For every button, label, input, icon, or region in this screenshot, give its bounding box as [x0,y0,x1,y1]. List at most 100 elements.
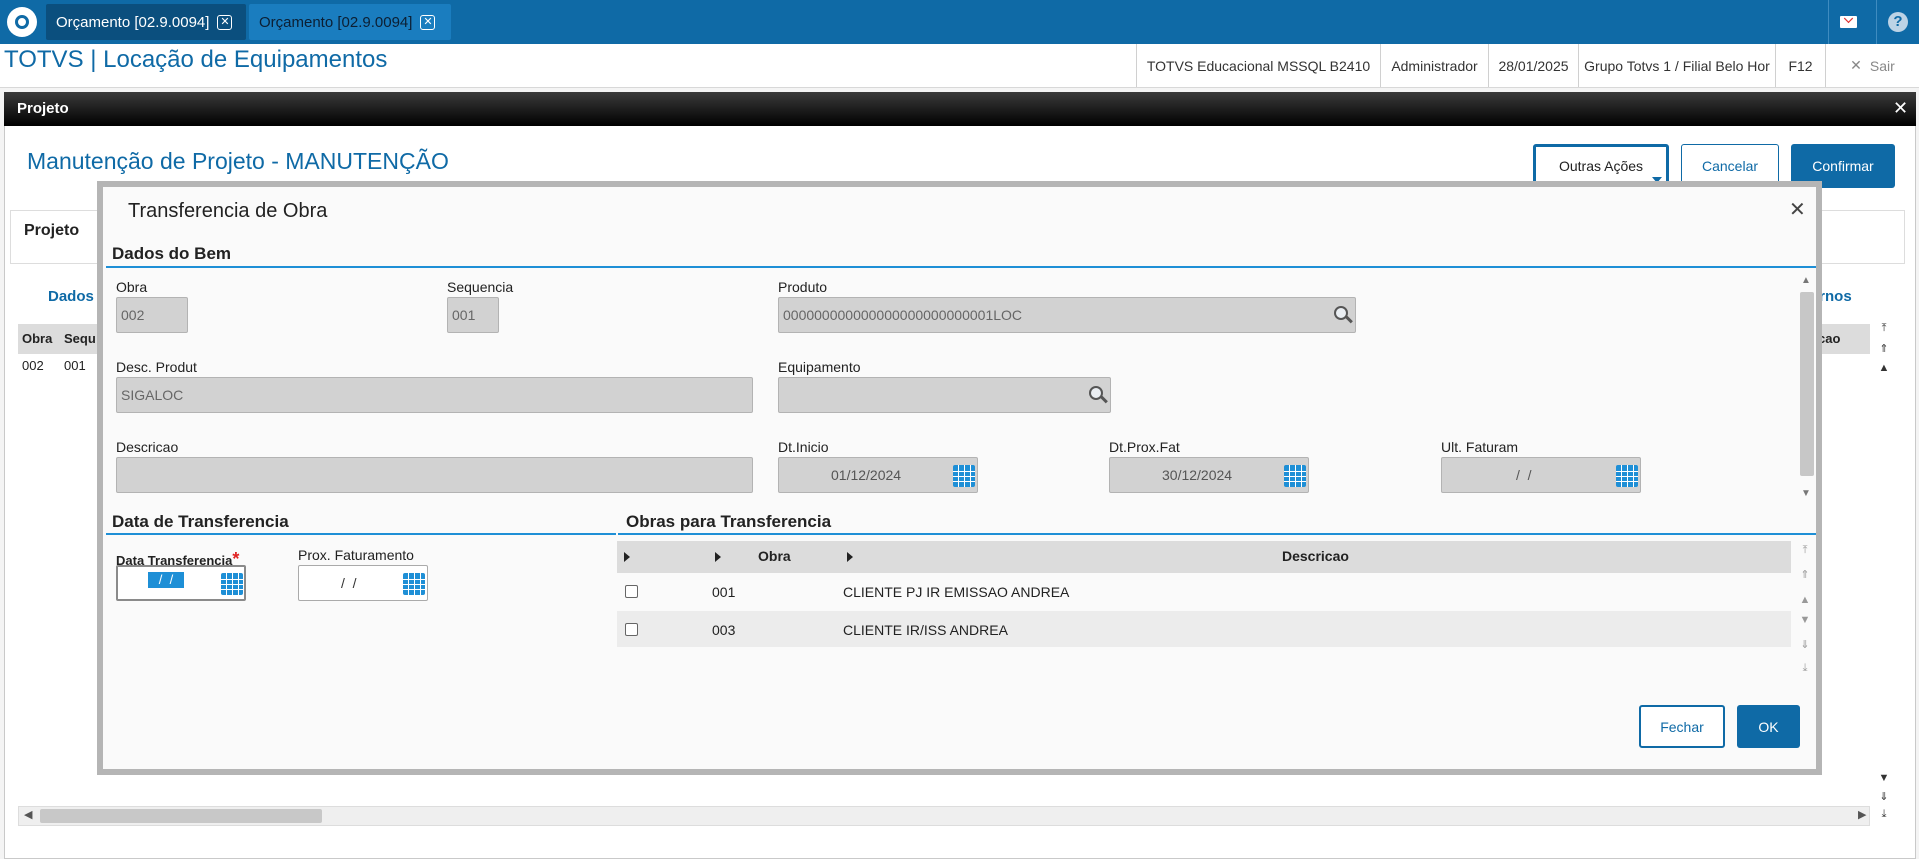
row-checkbox[interactable] [625,585,638,598]
bg-col-obra[interactable]: Obra [22,331,52,346]
bg-cell-sequencia[interactable]: 001 [64,358,86,373]
table-row[interactable]: 001 CLIENTE PJ IR EMISSAO ANDREA [617,573,1791,609]
ok-button[interactable]: OK [1737,705,1800,748]
ult-faturam-label: Ult. Faturam [1441,439,1519,455]
prox-faturamento-label: Prox. Faturamento [298,547,414,563]
cell-obra: 003 [712,622,736,638]
obra-label: Obra [116,279,148,295]
date-info[interactable]: 28/01/2025 [1488,44,1578,87]
bg-cell-obra[interactable]: 002 [22,358,44,373]
projeto-label: Projeto [24,222,80,239]
folder-tab-dados[interactable]: Dados [48,288,94,305]
obras-grid-header [617,541,1791,573]
last-row-icon[interactable]: ⤓ [1795,662,1815,680]
col-obra-header[interactable]: Obra [758,548,791,564]
section-divider [106,266,1816,268]
section-divider [106,533,616,535]
messages-button[interactable] [1828,0,1868,44]
exit-button[interactable]: ✕ Sair [1825,44,1919,87]
user-info[interactable]: Administrador [1380,44,1488,87]
help-icon: ? [1888,12,1908,32]
scroll-down-icon[interactable]: ▼ [1801,488,1811,499]
desc-produt-label: Desc. Produt [116,359,197,375]
calendar-icon[interactable] [953,465,975,487]
column-marker-icon[interactable] [624,552,630,562]
app-title: TOTVS | Locação de Equipamentos [4,46,388,73]
close-tab-icon[interactable]: ✕ [420,14,436,30]
calendar-icon[interactable] [403,573,425,595]
scroll-up-icon[interactable]: ▲ [1801,275,1811,286]
descricao-label: Descricao [116,439,179,455]
cell-descricao: CLIENTE PJ IR EMISSAO ANDREA [843,584,1070,600]
row-up-icon[interactable]: ▲ [1874,362,1894,380]
row-down-icon[interactable]: ▼ [1795,614,1815,632]
first-row-icon[interactable]: ⤒ [1795,544,1815,562]
last-row-icon[interactable]: ⤓ [1874,808,1894,826]
bg-col-sequencia[interactable]: Sequ [64,331,96,346]
search-equipamento-icon[interactable] [1089,386,1103,400]
section-obras-para-transferencia: Obras para Transferencia [626,512,832,531]
cell-descricao: CLIENTE IR/ISS ANDREA [843,622,1008,638]
dt-prox-fat-field[interactable]: 30/12/2024 [1109,457,1309,493]
dt-prox-fat-label: Dt.Prox.Fat [1109,439,1180,455]
dt-inicio-value: 01/12/2024 [831,467,902,483]
totvs-logo-icon[interactable] [7,7,37,37]
help-button[interactable]: ? [1876,0,1919,44]
sequencia-field[interactable]: 001 [447,297,499,333]
page-up-icon[interactable]: ⇑ [1874,342,1894,360]
environment-info[interactable]: TOTVS Educacional MSSQL B2410 [1136,44,1380,87]
page-down-icon[interactable]: ⇓ [1874,790,1894,808]
obra-field[interactable]: 002 [116,297,188,333]
cell-obra: 001 [712,584,736,600]
dialog-title: Transferencia de Obra [128,200,328,222]
equipamento-field[interactable] [778,377,1111,413]
row-checkbox[interactable] [625,623,638,636]
projeto-window-title: Projeto [17,100,69,117]
row-up-icon[interactable]: ▲ [1795,594,1815,612]
produto-label: Produto [778,279,828,295]
close-dialog-icon[interactable]: ✕ [1789,197,1806,222]
ult-faturam-field[interactable]: / / [1441,457,1641,493]
close-window-icon[interactable]: ✕ [1893,98,1908,119]
background-grid-nav: ⤒ ⇑ ▲ ▼ ⇓ ⤓ [1874,322,1894,828]
row-down-icon[interactable]: ▼ [1874,772,1894,790]
horizontal-scroll-thumb[interactable] [40,809,322,823]
calendar-icon[interactable] [221,573,243,595]
col-descricao-header[interactable]: Descricao [1282,548,1349,564]
column-marker-icon[interactable] [847,552,853,562]
branch-info[interactable]: Grupo Totvs 1 / Filial Belo Hor [1578,44,1775,87]
tab-label: Orçamento [02.9.0094] [259,13,413,31]
outras-acoes-label: Outras Ações [1558,158,1644,174]
calendar-icon[interactable] [1616,465,1638,487]
calendar-icon[interactable] [1284,465,1306,487]
section-data-de-transferencia: Data de Transferencia [112,512,289,531]
dt-prox-fat-value: 30/12/2024 [1162,467,1233,483]
tab-orcamento[interactable]: Orçamento [02.9.0094] ✕ [249,4,451,40]
projeto-window-header [4,92,1916,126]
scroll-left-icon[interactable]: ◀ [24,808,32,821]
scroll-right-icon[interactable]: ▶ [1858,808,1866,821]
data-transferencia-value: / / [148,572,184,588]
page-down-icon[interactable]: ⇓ [1795,638,1815,656]
produto-field[interactable]: 000000000000000000000000001LOC [778,297,1356,333]
f12-button[interactable]: F12 [1775,44,1825,87]
desc-produt-field[interactable]: SIGALOC [116,377,753,413]
mail-icon [1840,16,1857,28]
tab-label: Orçamento [02.9.0094] [56,13,210,31]
close-tab-icon[interactable]: ✕ [217,14,233,30]
column-marker-icon[interactable] [715,552,721,562]
data-transferencia-text: / / [158,572,174,587]
first-row-icon[interactable]: ⤒ [1874,322,1894,340]
dt-inicio-label: Dt.Inicio [778,439,829,455]
close-icon: ✕ [1850,57,1862,73]
descricao-field[interactable] [116,457,753,493]
obras-grid-nav: ⤒ ⇑ ▲ ▼ ⇓ ⤓ [1795,540,1817,680]
sequencia-label: Sequencia [447,279,514,295]
dt-inicio-field[interactable]: 01/12/2024 [778,457,978,493]
dialog-scroll-thumb[interactable] [1800,292,1814,476]
fechar-button[interactable]: Fechar [1639,705,1725,748]
table-row[interactable]: 003 CLIENTE IR/ISS ANDREA [617,611,1791,647]
page-up-icon[interactable]: ⇑ [1795,568,1815,586]
tab-orcamento-active[interactable]: Orçamento [02.9.0094] ✕ [46,4,246,40]
search-produto-icon[interactable] [1334,306,1348,320]
